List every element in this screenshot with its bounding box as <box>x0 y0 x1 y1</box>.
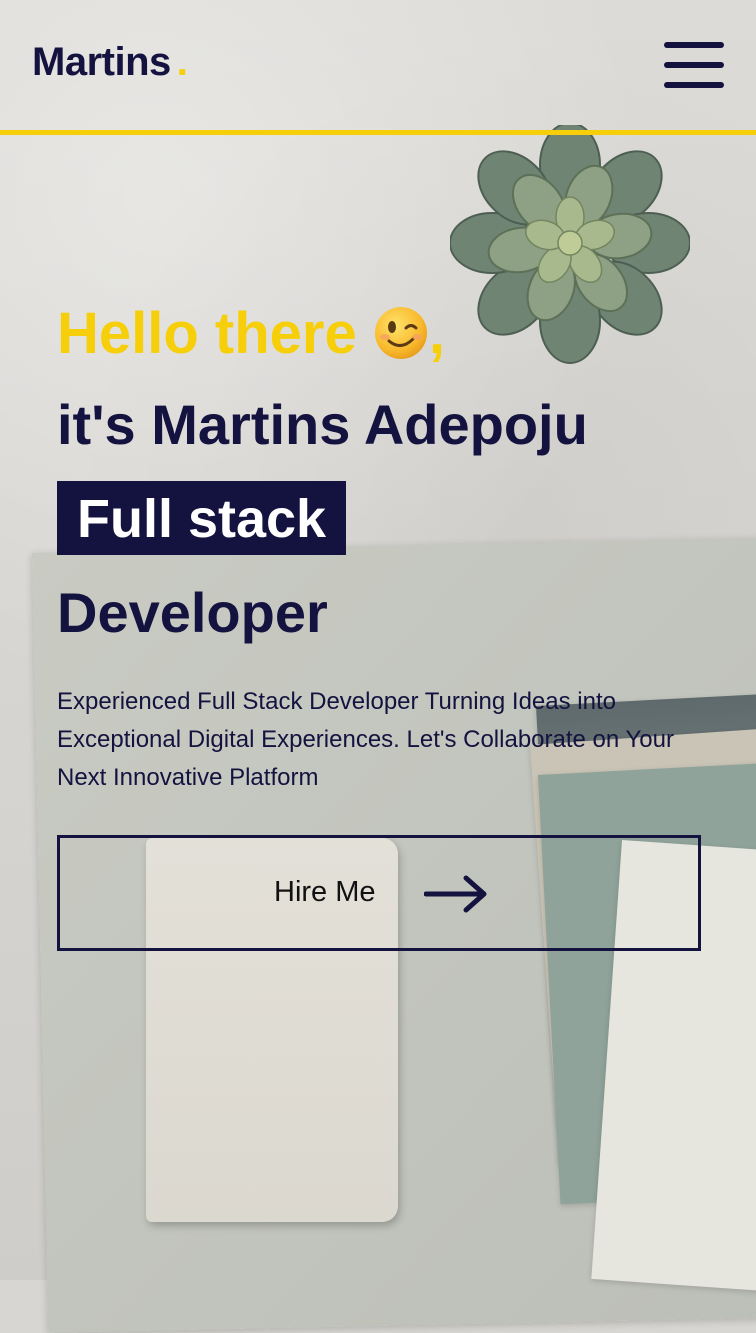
site-logo[interactable]: Martins. <box>32 40 188 85</box>
site-header: Martins. <box>0 0 756 130</box>
hero-name: it's Martins Adepoju <box>57 393 588 456</box>
hamburger-menu-icon[interactable] <box>662 40 726 90</box>
winking-face-icon <box>374 307 427 359</box>
greeting-text: Hello there <box>57 301 357 366</box>
role-highlight: Full stack <box>57 481 347 555</box>
hire-me-button[interactable]: Hire Me <box>57 835 701 951</box>
logo-dot: . <box>176 40 188 84</box>
hero-description: Experienced Full Stack Developer Turning… <box>57 688 674 791</box>
role-title: Developer <box>57 581 328 644</box>
logo-text: Martins <box>32 40 171 84</box>
header-divider <box>0 130 756 135</box>
succulent-image <box>450 125 690 364</box>
greeting-suffix: , <box>428 301 445 366</box>
hero-greeting: Hello there , <box>57 300 445 367</box>
hire-me-label: Hire Me <box>274 876 376 908</box>
arrow-right-icon <box>424 875 487 913</box>
